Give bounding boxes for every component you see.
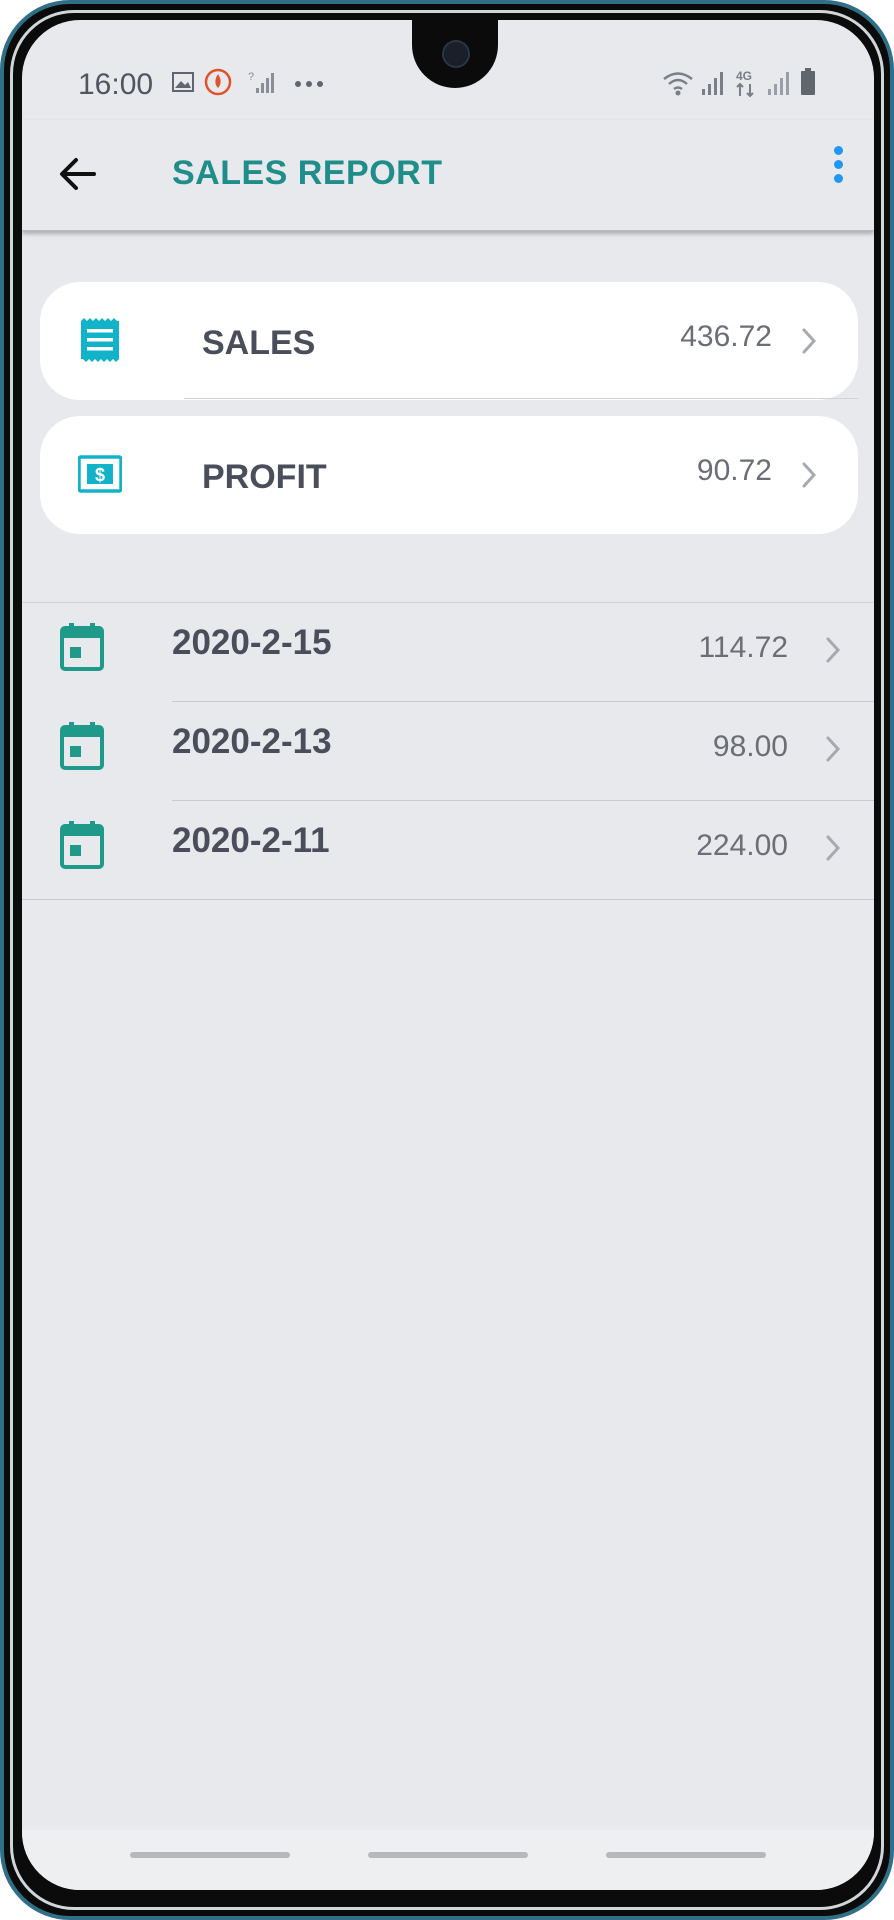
sales-value: 436.72	[680, 320, 772, 353]
wifi-icon	[663, 72, 693, 96]
system-navigation-bar	[22, 1830, 874, 1890]
screen: 16:00 ? 4G SALES REPORT SALES 436.72 $ P…	[22, 20, 874, 1890]
back-arrow-icon[interactable]	[52, 148, 104, 200]
chevron-right-icon	[826, 637, 841, 663]
phone-frame: 16:00 ? 4G SALES REPORT SALES 436.72 $ P…	[0, 0, 894, 1920]
svg-text:4G: 4G	[736, 69, 752, 83]
chevron-right-icon	[826, 736, 841, 762]
card-divider	[184, 398, 858, 399]
calendar-icon	[60, 623, 104, 671]
list-item[interactable]: 2020-2-11 224.00	[22, 801, 874, 900]
svg-text:?: ?	[248, 71, 254, 83]
more-dots-icon	[295, 81, 323, 87]
battery-icon	[801, 68, 815, 95]
status-bar: 16:00 ? 4G	[22, 20, 874, 120]
page-title: SALES REPORT	[172, 154, 443, 192]
list-item-value: 98.00	[712, 730, 788, 763]
list-item-date: 2020-2-11	[172, 821, 330, 860]
nav-recents-button[interactable]	[130, 1852, 290, 1858]
dollar-bill-icon: $	[78, 455, 122, 493]
list-item-date: 2020-2-13	[172, 722, 332, 761]
overflow-menu-icon[interactable]	[818, 142, 858, 202]
svg-text:$: $	[95, 465, 105, 485]
list-item-value: 224.00	[696, 829, 788, 862]
profit-label: PROFIT	[202, 458, 327, 496]
signal-icon	[702, 72, 723, 95]
sales-label: SALES	[202, 324, 316, 362]
calendar-icon	[60, 722, 104, 770]
receipt-icon	[81, 318, 119, 362]
list-item[interactable]: 2020-2-13 98.00	[22, 702, 874, 801]
profit-value: 90.72	[696, 454, 772, 487]
calendar-icon	[60, 821, 104, 869]
profit-summary-card[interactable]: $ PROFIT 90.72	[40, 416, 858, 534]
chevron-right-icon	[802, 328, 817, 354]
sales-summary-card[interactable]: SALES 436.72	[40, 282, 858, 400]
lte-4g-icon: 4G	[736, 69, 754, 98]
list-item-value: 114.72	[698, 631, 788, 664]
notification-icon	[204, 68, 232, 96]
row-divider	[22, 899, 874, 900]
nav-home-button[interactable]	[368, 1852, 528, 1858]
chevron-right-icon	[802, 462, 817, 488]
image-icon	[172, 72, 194, 92]
status-time: 16:00	[78, 68, 154, 101]
nav-back-button[interactable]	[606, 1852, 766, 1858]
signal-icon: ?	[248, 71, 274, 93]
signal-icon	[768, 72, 789, 95]
chevron-right-icon	[826, 835, 841, 861]
list-item[interactable]: 2020-2-15 114.72	[22, 603, 874, 702]
app-bar: SALES REPORT	[22, 120, 874, 231]
list-item-date: 2020-2-15	[172, 623, 332, 662]
